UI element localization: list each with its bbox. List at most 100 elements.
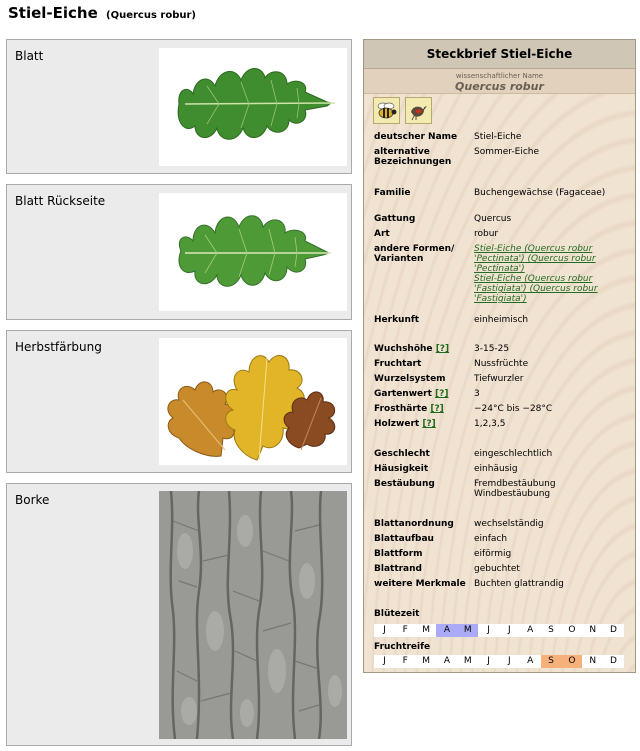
profile-card: Steckbrief Stiel-Eiche wissenschaftliche… bbox=[363, 39, 636, 673]
help-link[interactable]: [?] bbox=[436, 344, 449, 354]
month-cell: S bbox=[548, 625, 554, 635]
row-label: Frosthärte bbox=[374, 404, 428, 414]
month-cell: D bbox=[610, 656, 617, 666]
panel-label: Herbstfärbung bbox=[15, 340, 102, 354]
row-value: 3-15-25 bbox=[474, 344, 510, 354]
month-cell: J bbox=[508, 656, 511, 666]
month-cell: D bbox=[610, 625, 617, 635]
row-value: Buchten glattrandig bbox=[474, 579, 564, 589]
month-cell: O bbox=[568, 625, 576, 635]
row-label: Blattanordnung bbox=[374, 519, 454, 529]
bloom-time-label: Blütezeit bbox=[374, 609, 420, 619]
month-cell: O bbox=[561, 655, 583, 668]
month-cell: N bbox=[589, 625, 597, 635]
row-label: Blattaufbau bbox=[374, 534, 434, 544]
month-cell: M bbox=[422, 625, 430, 635]
page-title-common: Stiel-Eiche bbox=[8, 4, 98, 22]
page-title-scientific: (Quercus robur) bbox=[106, 10, 196, 21]
row-label-wrap: Wuchshöhe [?] bbox=[374, 344, 472, 354]
row-value: Buchengewächse (Fagaceae) bbox=[474, 188, 606, 198]
image-panel-bark: Borke bbox=[6, 483, 352, 746]
row-label: Art bbox=[374, 229, 390, 239]
row-value: 3 bbox=[474, 389, 480, 399]
row-value: −24°C bis −28°C bbox=[474, 404, 553, 414]
row-label-wrap: Gartenwert [?] bbox=[374, 389, 472, 399]
row-value: Tiefwurzler bbox=[474, 374, 524, 384]
row-value: robur bbox=[474, 229, 499, 239]
icon-row bbox=[373, 97, 437, 124]
month-cell: J bbox=[508, 625, 511, 635]
month-cell: M bbox=[457, 624, 479, 637]
month-cell: A bbox=[436, 624, 458, 637]
row-label: Holzwert bbox=[374, 419, 420, 429]
month-cell: J bbox=[383, 625, 386, 635]
bee-icon[interactable] bbox=[373, 97, 400, 124]
fruit-ripening-label: Fruchtreife bbox=[374, 642, 431, 652]
month-cell: F bbox=[402, 656, 408, 666]
image-panel-leaf: Blatt bbox=[6, 39, 352, 174]
month-cell: J bbox=[487, 625, 490, 635]
fruit-months-bar: JFMAMJJASOND bbox=[374, 655, 624, 668]
help-link[interactable]: [?] bbox=[422, 419, 435, 429]
row-label: Gattung bbox=[374, 214, 416, 224]
row-label: Geschlecht bbox=[374, 449, 430, 459]
oak-leaf-top-image[interactable] bbox=[159, 48, 347, 166]
bird-icon[interactable] bbox=[405, 97, 432, 124]
row-value: Sommer-Eiche bbox=[474, 147, 540, 157]
variant-link-fastigiata[interactable]: Stiel-Eiche (Quercus robur 'Fastigiata')… bbox=[474, 274, 619, 304]
row-value: 1,2,3,5 bbox=[474, 419, 506, 429]
month-cell: M bbox=[463, 656, 472, 666]
row-value-links: Stiel-Eiche (Quercus robur 'Pectinata') … bbox=[474, 244, 619, 304]
row-value: wechselständig bbox=[474, 519, 544, 529]
help-link[interactable]: [?] bbox=[430, 404, 443, 414]
month-cell: N bbox=[589, 656, 597, 666]
bloom-months-bar: JFMAMJJASOND bbox=[374, 624, 624, 637]
row-label: andere Formen/ Varianten bbox=[374, 244, 455, 264]
row-label-wrap: Holzwert [?] bbox=[374, 419, 472, 429]
help-link[interactable]: [?] bbox=[435, 389, 448, 399]
image-panel-leaf-underside: Blatt Rückseite bbox=[6, 184, 352, 320]
row-value: Stiel-Eiche bbox=[474, 132, 522, 142]
image-panel-autumn: Herbstfärbung bbox=[6, 330, 352, 473]
row-label: Wuchshöhe bbox=[374, 344, 433, 354]
scientific-name-value: Quercus robur bbox=[455, 80, 544, 93]
month-cell: A bbox=[527, 625, 534, 635]
row-label: Wurzelsystem bbox=[374, 374, 446, 384]
month-cell: F bbox=[402, 625, 408, 635]
row-label: Bestäubung bbox=[374, 479, 435, 489]
scientific-name-block: wissenschaftlicher Name Quercus robur bbox=[364, 69, 635, 94]
row-label: Familie bbox=[374, 188, 411, 198]
row-value: einheimisch bbox=[474, 315, 529, 325]
month-cell: J bbox=[383, 656, 386, 666]
row-value: eiförmig bbox=[474, 549, 512, 559]
panel-label: Blatt bbox=[15, 49, 44, 63]
row-label: Blattrand bbox=[374, 564, 422, 574]
month-cell: A bbox=[527, 656, 534, 666]
month-cell: M bbox=[422, 656, 430, 666]
oak-leaf-underside-image[interactable] bbox=[159, 193, 347, 311]
row-label: Häusigkeit bbox=[374, 464, 429, 474]
variant-link-pectinata[interactable]: Stiel-Eiche (Quercus robur 'Pectinata') … bbox=[474, 244, 619, 274]
row-value: Quercus bbox=[474, 214, 512, 224]
row-label: Herkunft bbox=[374, 315, 420, 325]
row-label: deutscher Name bbox=[374, 132, 458, 142]
bark-image[interactable] bbox=[159, 491, 347, 739]
row-value: eingeschlechtlich bbox=[474, 449, 553, 459]
row-value: einhäusig bbox=[474, 464, 518, 474]
row-label: Gartenwert bbox=[374, 389, 432, 399]
row-value: einfach bbox=[474, 534, 508, 544]
month-cell: J bbox=[487, 656, 490, 666]
month-cell: S bbox=[540, 655, 562, 668]
row-value: Nussfrüchte bbox=[474, 359, 529, 369]
row-label: alternative Bezeichnungen bbox=[374, 147, 452, 167]
row-label-wrap: Frosthärte [?] bbox=[374, 404, 472, 414]
row-value: Windbestäubung bbox=[474, 489, 551, 499]
row-value: gebuchtet bbox=[474, 564, 520, 574]
row-label: Fruchtart bbox=[374, 359, 422, 369]
autumn-leaves-image[interactable] bbox=[159, 338, 347, 465]
page-title: Stiel-Eiche (Quercus robur) bbox=[8, 4, 196, 22]
month-cell: A bbox=[443, 656, 450, 666]
row-value-multi: Fremdbestäubung Windbestäubung bbox=[474, 479, 619, 499]
card-title: Steckbrief Stiel-Eiche bbox=[364, 40, 635, 69]
row-value: Fremdbestäubung bbox=[474, 479, 556, 489]
